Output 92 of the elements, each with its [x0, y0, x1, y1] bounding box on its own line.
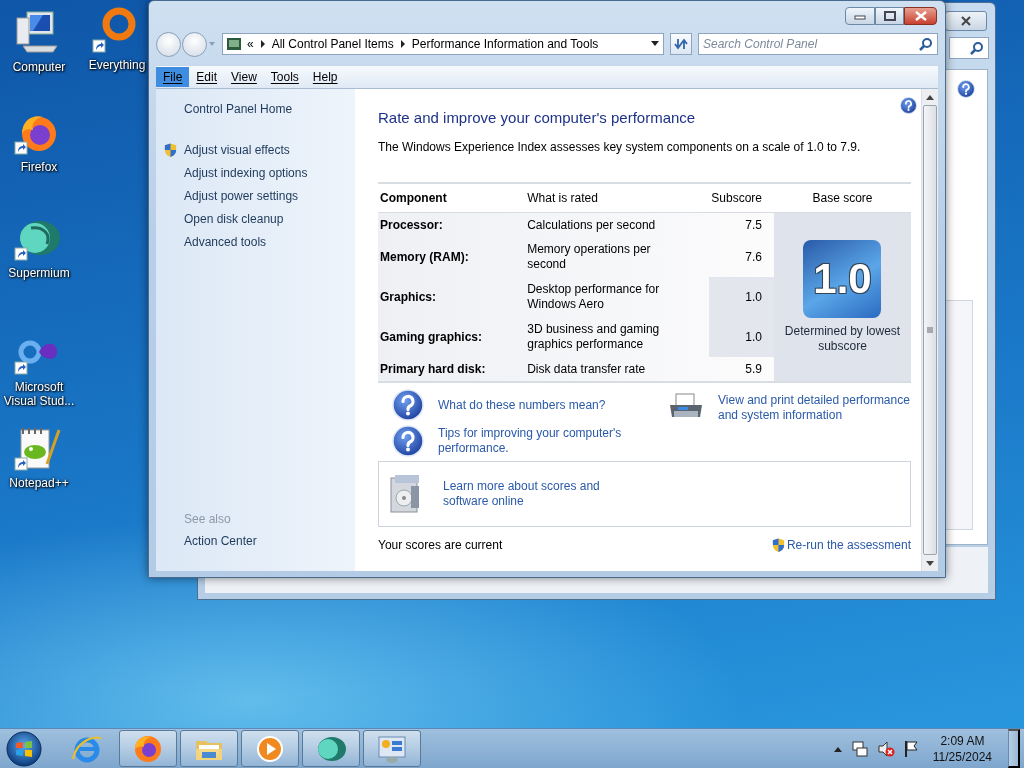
scrollbar-thumb[interactable]: [923, 105, 937, 555]
grip-icon: [927, 327, 933, 333]
subscore-cell: 7.5: [709, 212, 774, 237]
search-field[interactable]: Search Control Panel: [698, 33, 938, 55]
help-icon[interactable]: [957, 80, 975, 98]
desktop-icon-label[interactable]: Firefox: [20, 160, 58, 174]
desktop-icon-label[interactable]: Microsoft Visual Stud...: [0, 380, 78, 408]
scroll-up-icon[interactable]: [926, 94, 934, 100]
clock[interactable]: 2:09 AM 11/25/2024: [932, 732, 992, 765]
table-cell: Disk data transfer rate: [525, 357, 710, 382]
network-icon[interactable]: [850, 739, 869, 758]
column-header: Subscore: [709, 183, 774, 213]
table-cell: Processor:: [378, 212, 526, 237]
control-panel-icon: [227, 38, 241, 50]
start-orb-icon[interactable]: [4, 729, 44, 768]
sidebar-link[interactable]: Adjust indexing options: [184, 165, 308, 180]
clock-time: 2:09 AM: [940, 732, 985, 749]
address-bar[interactable]: « All Control Panel Items Performance Information and Tools: [222, 33, 664, 55]
sidebar-link[interactable]: Adjust power settings: [184, 188, 299, 203]
section-heading: See also: [183, 512, 232, 526]
close-button[interactable]: [904, 7, 937, 25]
overflow-chevron[interactable]: «: [247, 37, 254, 51]
search-icon[interactable]: [919, 37, 933, 51]
table-cell: Memory operations per second: [525, 237, 710, 277]
flag-icon[interactable]: [902, 739, 919, 758]
table-cell: Desktop performance for Windows Aero: [525, 277, 710, 317]
search-field[interactable]: [949, 37, 989, 59]
table-cell: Calculations per second: [525, 212, 710, 237]
breadcrumb-arrow-icon[interactable]: [399, 40, 406, 48]
shield-icon: [770, 537, 786, 553]
refresh-button[interactable]: [670, 33, 692, 55]
help-icon[interactable]: [900, 97, 917, 114]
maximize-button[interactable]: [875, 7, 904, 25]
table-cell: Graphics:: [378, 277, 526, 317]
sidebar-link[interactable]: Control Panel Home: [156, 102, 355, 117]
subscore-cell: 7.6: [709, 237, 774, 277]
sidebar-link[interactable]: Open disk cleanup: [184, 211, 284, 226]
sidebar-link[interactable]: Adjust visual effects: [184, 142, 290, 157]
taskbar-button[interactable]: [302, 730, 360, 767]
print-link[interactable]: View and print detailed performance and system information: [718, 393, 918, 423]
taskbar-button[interactable]: [363, 730, 421, 767]
show-desktop-button[interactable]: [1008, 729, 1020, 768]
scrollbar[interactable]: [921, 89, 938, 571]
menu-item[interactable]: Help: [305, 67, 345, 87]
breadcrumb[interactable]: Performance Information and Tools: [411, 37, 599, 51]
subscore-cell: 5.9: [709, 357, 774, 382]
page-title: Rate and improve your computer's performance: [378, 109, 697, 126]
close-icon: [961, 16, 971, 26]
taskbar-button[interactable]: [241, 730, 299, 767]
taskbar-button[interactable]: [180, 730, 238, 767]
scroll-down-icon[interactable]: [926, 560, 934, 566]
close-button[interactable]: [945, 11, 987, 31]
muted-speaker-icon[interactable]: [876, 739, 895, 758]
table-cell: 3D business and gaming graphics performance: [525, 317, 710, 357]
question-icon: [392, 425, 424, 457]
question-icon: [392, 389, 424, 421]
table-cell: Memory (RAM):: [378, 237, 526, 277]
search-icon[interactable]: [970, 41, 984, 55]
desktop-icon-label[interactable]: Computer: [12, 60, 66, 74]
rerun-link[interactable]: Re-run the assessment: [786, 537, 911, 553]
help-link[interactable]: Tips for improving your computer's performance.: [438, 426, 638, 456]
minimize-icon: [854, 12, 866, 20]
breadcrumb[interactable]: All Control Panel Items: [271, 37, 394, 51]
breadcrumb-arrow-icon[interactable]: [259, 40, 266, 48]
sidebar-link[interactable]: Advanced tools: [184, 234, 267, 249]
sidebar-link[interactable]: Action Center: [156, 534, 355, 549]
desktop-icon-label[interactable]: Supermium: [8, 266, 70, 280]
column-header: Component: [378, 183, 526, 213]
help-link[interactable]: What do these numbers mean?: [438, 397, 638, 413]
taskbar-button[interactable]: [119, 730, 177, 767]
maximize-icon: [883, 11, 896, 21]
clock-date: 11/25/2024: [932, 748, 992, 765]
menu-item[interactable]: Tools: [263, 67, 306, 87]
refresh-arrows-icon: [674, 37, 688, 51]
table-cell: Gaming graphics:: [378, 317, 526, 357]
menu-item[interactable]: View: [224, 67, 264, 87]
menu-item[interactable]: Edit: [189, 67, 225, 87]
column-header: Base score: [774, 183, 911, 213]
score-caption: Determined by lowest subscore: [783, 324, 902, 354]
table-cell: Primary hard disk:: [378, 357, 526, 382]
status-text: Your scores are current: [378, 538, 503, 552]
base-score-badge: 1.0: [803, 240, 882, 318]
dropdown-arrow-icon[interactable]: [651, 41, 659, 47]
desktop-icon-label[interactable]: Notepad++: [9, 476, 69, 490]
subscore-cell: 1.0: [709, 317, 774, 357]
close-icon: [914, 11, 927, 21]
learn-more-link[interactable]: Learn more about scores and software online: [443, 479, 613, 509]
subscore-cell: 1.0: [709, 277, 774, 317]
column-header: What is rated: [525, 183, 710, 213]
description-text: The Windows Experience Index assesses key system components on a scale of 1.0 to 7.9.: [378, 140, 862, 154]
menu-item[interactable]: File: [156, 67, 190, 87]
desktop-icon-label[interactable]: Everything: [88, 58, 146, 72]
